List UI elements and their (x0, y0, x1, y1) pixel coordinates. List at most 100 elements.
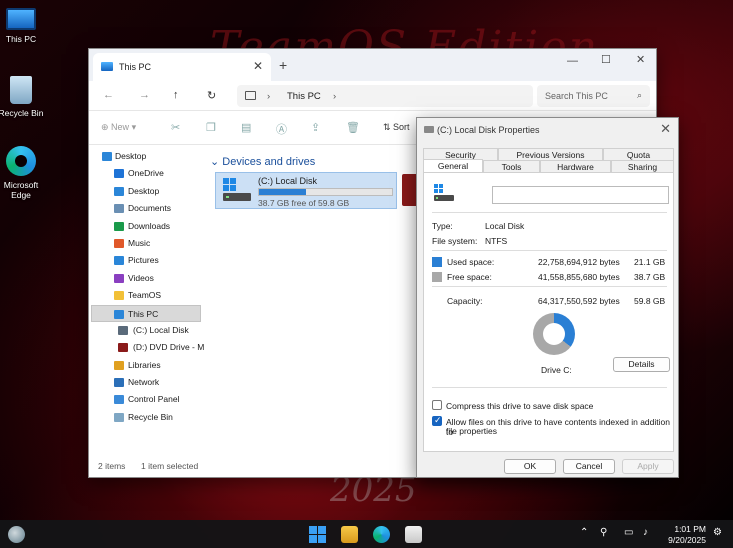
index-checkbox[interactable] (432, 415, 442, 426)
divider (432, 250, 667, 251)
sidebar-item-documents[interactable]: Documents (89, 200, 204, 217)
desktop-icon-edge[interactable]: Microsoft Edge (0, 146, 51, 200)
desktop-icon (102, 152, 112, 161)
divider (432, 387, 667, 388)
tab-this-pc[interactable]: This PC ✕ (93, 53, 271, 81)
sort-label: Sort (393, 122, 410, 132)
chevron-right-icon: › (267, 91, 271, 102)
sidebar-item-teamos[interactable]: TeamOS (89, 287, 204, 304)
desktop-icon-recycle-bin[interactable]: Recycle Bin (0, 76, 51, 118)
tab-quota[interactable]: Quota (603, 148, 674, 160)
sidebar-item-d-dvd-drive-m[interactable]: (D:) DVD Drive - M (89, 339, 204, 356)
sidebar-item-desktop[interactable]: Desktop (89, 183, 204, 200)
search-box[interactable]: Search This PC ⌕ (537, 85, 650, 107)
volume-icon[interactable]: ♪ (643, 527, 648, 538)
sidebar-item-videos[interactable]: Videos (89, 270, 204, 287)
sidebar-item-pictures[interactable]: Pictures (89, 252, 204, 269)
sidebar-item-music[interactable]: Music (89, 235, 204, 252)
sidebar-item-label: Downloads (128, 220, 171, 231)
clock[interactable]: 1:01 PM 9/20/2025 (668, 524, 706, 546)
sidebar-item-c-local-disk[interactable]: (C:) Local Disk (89, 322, 204, 339)
tab-bar: This PC ✕ + — ☐ ✕ (89, 49, 656, 81)
videos-icon (114, 273, 124, 283)
back-button[interactable]: ← (103, 89, 114, 101)
cut-icon[interactable]: ✂ (171, 121, 180, 134)
refresh-button[interactable]: ↻ (207, 89, 216, 102)
cancel-button[interactable]: Cancel (563, 459, 615, 474)
apply-button[interactable]: Apply (622, 459, 674, 474)
desktop-icon (114, 186, 124, 196)
address-bar[interactable]: › This PC › (237, 85, 533, 107)
weather-icon[interactable] (8, 526, 25, 543)
file-system-value: NTFS (485, 236, 508, 246)
up-button[interactable]: ↑ (173, 89, 179, 101)
sidebar-item-onedrive[interactable]: OneDrive (89, 165, 204, 182)
sidebar-item-this-pc[interactable]: This PC (91, 304, 201, 322)
monitor-icon (114, 309, 124, 319)
free-space-label: Free space: (447, 272, 492, 282)
edge-icon[interactable] (373, 526, 390, 543)
display-icon[interactable]: ▭ (624, 527, 633, 538)
search-icon: ⌕ (636, 90, 642, 100)
sidebar-item-downloads[interactable]: Downloads (89, 218, 204, 235)
ok-button[interactable]: OK (504, 459, 556, 474)
drive-icon (223, 178, 251, 201)
sort-button[interactable]: ⇅ Sort (383, 122, 410, 133)
sidebar-item-label: Network (128, 377, 160, 388)
tab-tools[interactable]: Tools (483, 160, 540, 172)
drive-name: (C:) Local Disk (258, 176, 318, 186)
share-icon[interactable]: ⇪ (311, 121, 320, 134)
tab-previous-versions[interactable]: Previous Versions (498, 148, 603, 160)
forward-button[interactable]: → (139, 89, 150, 101)
tab-sharing[interactable]: Sharing (611, 160, 674, 172)
general-tab-panel: Type: Local Disk File system: NTFS Used … (423, 172, 674, 452)
sidebar-item-libraries[interactable]: Libraries (89, 357, 204, 374)
details-button[interactable]: Details (613, 357, 670, 372)
tab-general[interactable]: General (423, 159, 483, 173)
paste-icon[interactable]: ▤ (241, 121, 251, 134)
navigation-pane: Desktop OneDrive Desktop Documents Downloads… (89, 148, 204, 453)
sidebar-item-control-panel[interactable]: Control Panel (89, 391, 204, 408)
breadcrumb[interactable]: This PC (287, 91, 321, 102)
capacity-size: 59.8 GB (634, 296, 666, 306)
compress-checkbox[interactable] (432, 400, 442, 410)
group-header[interactable]: ⌄ Devices and drives (210, 155, 315, 168)
monitor-icon (6, 8, 36, 30)
close-icon[interactable]: ✕ (660, 121, 671, 137)
drive-icon (118, 325, 128, 335)
sidebar-item-desktop[interactable]: Desktop (89, 148, 204, 165)
notification-icon[interactable]: ⚙ (713, 527, 722, 538)
drive-label-input[interactable] (492, 186, 669, 204)
tab-title: This PC (119, 62, 152, 72)
store-icon[interactable] (405, 526, 422, 543)
desktop-icon-this-pc[interactable]: This PC (0, 4, 51, 44)
sidebar-item-network[interactable]: Network (89, 374, 204, 391)
maximize-button[interactable]: ☐ (601, 53, 611, 66)
download-icon (114, 221, 124, 231)
close-button[interactable]: ✕ (636, 53, 645, 66)
new-button[interactable]: ⊕ New ▾ (101, 122, 136, 133)
sidebar-item-recycle-bin[interactable]: Recycle Bin (89, 409, 204, 426)
chevron-right-icon[interactable]: › (333, 91, 336, 102)
selection-count: 1 item selected (141, 461, 199, 471)
start-icon[interactable] (309, 526, 326, 543)
new-tab-button[interactable]: + (279, 57, 287, 73)
chevron-up-icon[interactable]: ⌃ (580, 527, 588, 538)
properties-dialog: (C:) Local Disk Properties ✕ Security Pr… (416, 117, 679, 478)
sidebar-item-label: Pictures (128, 255, 159, 266)
documents-icon (114, 204, 124, 214)
dvd-icon (118, 343, 128, 353)
delete-icon[interactable]: 🗑 (346, 121, 360, 134)
pictures-icon (114, 256, 124, 266)
used-space-swatch (432, 257, 442, 267)
minimize-button[interactable]: — (567, 55, 578, 67)
drive-tile-c[interactable]: (C:) Local Disk 38.7 GB free of 59.8 GB (215, 172, 397, 209)
rename-icon[interactable]: Ⓐ (276, 121, 287, 137)
search-input[interactable]: Search This PC (545, 91, 608, 101)
network-icon[interactable]: ⚲ (600, 527, 607, 538)
file-explorer-icon[interactable] (341, 526, 358, 543)
tab-hardware[interactable]: Hardware (540, 160, 611, 172)
recycle-bin-icon (10, 76, 32, 104)
copy-icon[interactable]: ❐ (206, 121, 216, 134)
close-tab-icon[interactable]: ✕ (253, 59, 263, 73)
